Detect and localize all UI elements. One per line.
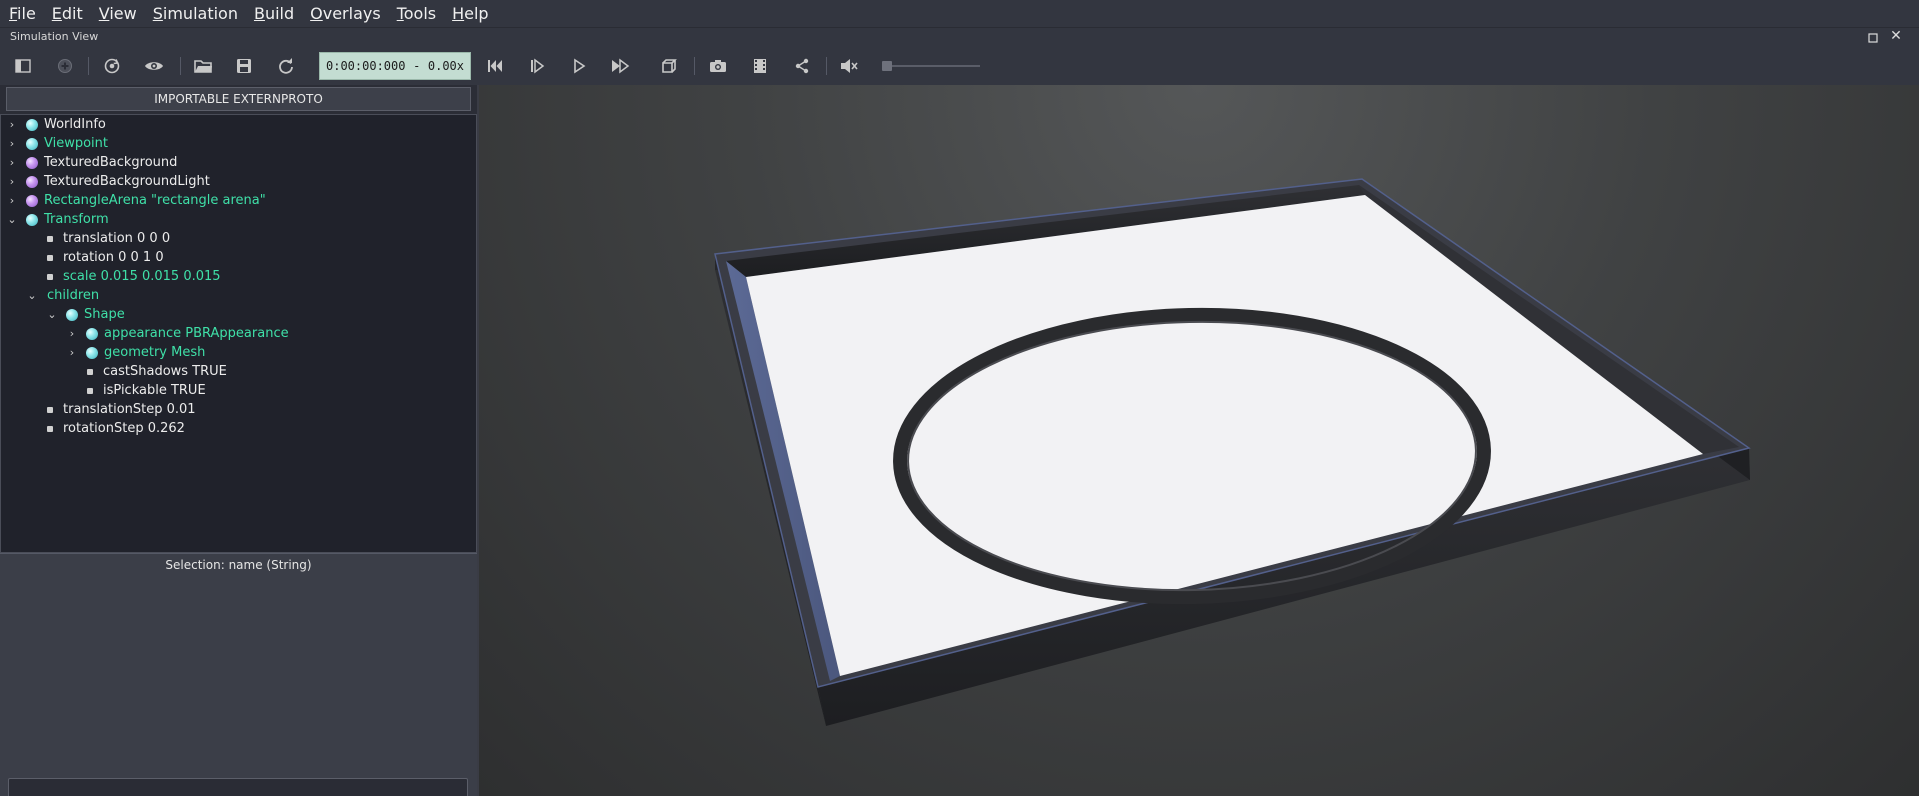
- arena-scene: [714, 178, 1751, 726]
- fast-forward-icon[interactable]: [607, 54, 633, 78]
- proto-node-icon: [26, 175, 38, 188]
- simulation-speed: 0.00x: [427, 59, 464, 73]
- save-icon[interactable]: [231, 54, 257, 78]
- tree-node-texturedbackground[interactable]: › TexturedBackground: [7, 153, 178, 172]
- tree-field-children[interactable]: ⌄ children: [27, 286, 99, 305]
- tree-field-rotationstep[interactable]: rotationStep 0.262: [47, 419, 185, 438]
- toggle-panel-icon[interactable]: [10, 54, 36, 78]
- toolbar: 0:00:00:000 - 0.00x: [0, 47, 1919, 85]
- menu-overlays[interactable]: Overlays: [309, 2, 382, 25]
- close-window-icon[interactable]: ✕: [1888, 28, 1904, 44]
- cube-icon[interactable]: [656, 54, 682, 78]
- expand-arrow-icon[interactable]: ›: [7, 191, 17, 210]
- tree-field-appearance[interactable]: › appearance PBRAppearance: [67, 324, 289, 343]
- importable-externproto-button[interactable]: IMPORTABLE EXTERNPROTO: [6, 87, 471, 111]
- proto-node-icon: [26, 156, 38, 169]
- tree-field-ispickable[interactable]: isPickable TRUE: [87, 381, 206, 400]
- field-value-input[interactable]: [8, 778, 468, 796]
- field-icon: [47, 235, 53, 242]
- field-icon: [47, 425, 53, 432]
- simulation-time: 0:00:00:000: [326, 59, 406, 73]
- node-icon: [26, 118, 38, 131]
- menu-build[interactable]: Build: [253, 2, 295, 25]
- tree-field-translation[interactable]: translation 0 0 0: [47, 229, 170, 248]
- field-icon: [47, 254, 53, 261]
- collapse-arrow-icon[interactable]: ⌄: [27, 286, 37, 305]
- tree-field-scale[interactable]: scale 0.015 0.015 0.015: [47, 267, 221, 286]
- node-icon: [26, 137, 38, 150]
- node-icon: [26, 213, 38, 226]
- menu-file[interactable]: File: [8, 2, 37, 25]
- node-icon: [86, 346, 98, 359]
- tree-field-castshadows[interactable]: castShadows TRUE: [87, 362, 227, 381]
- menu-view[interactable]: View: [98, 2, 138, 25]
- proto-node-icon: [26, 194, 38, 207]
- restore-window-icon[interactable]: [1866, 30, 1880, 44]
- step-icon[interactable]: [524, 54, 550, 78]
- field-icon: [87, 368, 93, 375]
- expand-arrow-icon[interactable]: ›: [7, 172, 17, 191]
- camera-icon[interactable]: [705, 54, 731, 78]
- share-icon[interactable]: [789, 54, 815, 78]
- menu-simulation[interactable]: Simulation: [152, 2, 239, 25]
- mute-icon[interactable]: [836, 54, 862, 78]
- volume-handle[interactable]: [882, 61, 892, 71]
- menu-edit[interactable]: Edit: [51, 2, 84, 25]
- reload-icon[interactable]: [273, 54, 299, 78]
- add-node-icon[interactable]: [52, 54, 78, 78]
- view-title: Simulation View: [10, 30, 99, 43]
- field-icon: [47, 273, 53, 280]
- eye-icon[interactable]: [141, 54, 167, 78]
- step-back-icon[interactable]: [482, 54, 508, 78]
- open-folder-icon[interactable]: [190, 54, 216, 78]
- volume-slider[interactable]: [882, 61, 980, 71]
- tree-node-texturedbackgroundlight[interactable]: › TexturedBackgroundLight: [7, 172, 210, 191]
- field-icon: [47, 406, 53, 413]
- tree-node-rectanglearena[interactable]: › RectangleArena "rectangle arena": [7, 191, 266, 210]
- volume-track: [888, 65, 980, 67]
- webots-window: File Edit View Simulation Build Overlays…: [0, 0, 1919, 796]
- simulation-time-display: 0:00:00:000 - 0.00x: [319, 52, 471, 80]
- tree-node-transform[interactable]: ⌄ Transform: [7, 210, 108, 229]
- field-icon: [87, 387, 93, 394]
- collapse-arrow-icon[interactable]: ⌄: [47, 305, 57, 324]
- play-icon[interactable]: [566, 54, 592, 78]
- collapse-arrow-icon[interactable]: ⌄: [7, 210, 17, 229]
- field-editor-panel: Selection: name (String): [0, 553, 477, 796]
- tree-node-worldinfo[interactable]: › WorldInfo: [7, 115, 106, 134]
- tree-node-shape[interactable]: ⌄ Shape: [47, 305, 124, 324]
- selection-label: Selection: name (String): [165, 558, 312, 572]
- expand-arrow-icon[interactable]: ›: [7, 134, 17, 153]
- tree-node-viewpoint[interactable]: › Viewpoint: [7, 134, 108, 153]
- reset-view-icon[interactable]: [99, 54, 125, 78]
- node-icon: [66, 308, 78, 321]
- menu-help[interactable]: Help: [451, 2, 489, 25]
- tree-field-translationstep[interactable]: translationStep 0.01: [47, 400, 196, 419]
- menu-bar: File Edit View Simulation Build Overlays…: [0, 0, 1919, 28]
- view-title-bar: Simulation View ✕: [0, 28, 1919, 47]
- tree-field-rotation[interactable]: rotation 0 0 1 0: [47, 248, 164, 267]
- movie-icon[interactable]: [747, 54, 773, 78]
- expand-arrow-icon[interactable]: ›: [7, 153, 17, 172]
- tree-field-geometry[interactable]: › geometry Mesh: [67, 343, 206, 362]
- expand-arrow-icon[interactable]: ›: [7, 115, 17, 134]
- scene-tree: › WorldInfo › Viewpoint › TexturedBackgr…: [0, 114, 477, 553]
- menu-tools[interactable]: Tools: [396, 2, 437, 25]
- scene-tree-panel: IMPORTABLE EXTERNPROTO › WorldInfo › Vie…: [0, 85, 477, 796]
- expand-arrow-icon[interactable]: ›: [67, 343, 77, 362]
- time-separator: -: [413, 59, 421, 73]
- 3d-view[interactable]: [479, 85, 1919, 796]
- node-icon: [86, 327, 98, 340]
- expand-arrow-icon[interactable]: ›: [67, 324, 77, 343]
